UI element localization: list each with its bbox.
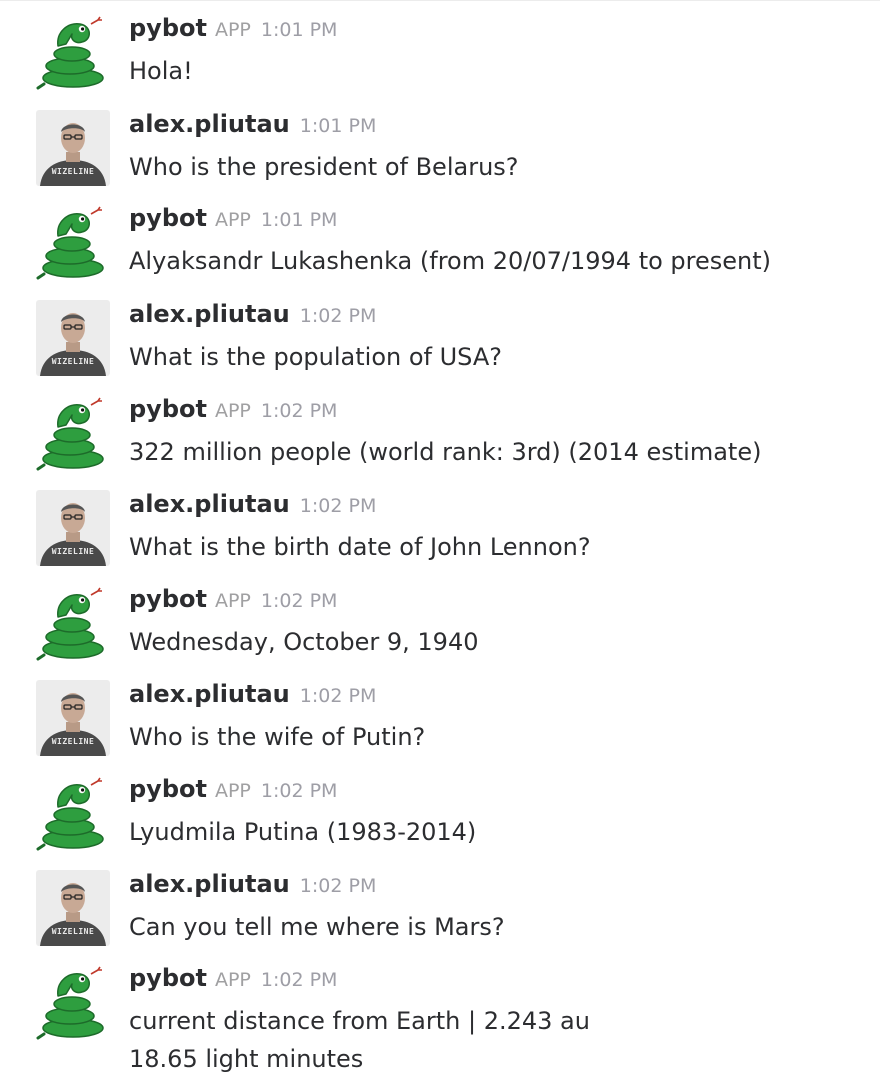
message-header: pybot APP 1:02 PM: [129, 585, 337, 617]
shirt-label: WIZELINE: [51, 167, 95, 176]
snake-icon[interactable]: [36, 204, 110, 280]
author-name[interactable]: pybot: [129, 585, 207, 613]
message-text: Lyudmila Putina (1983-2014): [129, 813, 476, 851]
author-name[interactable]: alex.pliutau: [129, 870, 290, 898]
divider: [0, 0, 880, 1]
message-header: alex.pliutau 1:02 PM: [129, 300, 376, 332]
message-line: Wednesday, October 9, 1940: [129, 628, 479, 656]
author-name[interactable]: pybot: [129, 775, 207, 803]
message-text: What is the birth date of John Lennon?: [129, 528, 591, 566]
timestamp[interactable]: 1:02 PM: [300, 495, 377, 517]
shirt-label: WIZELINE: [51, 547, 95, 556]
message-text: Who is the president of Belarus?: [129, 148, 519, 186]
message-line: Who is the wife of Putin?: [129, 723, 426, 751]
message-header: pybot APP 1:01 PM: [129, 204, 337, 236]
message-header: alex.pliutau 1:02 PM: [129, 490, 376, 522]
message-line: current distance from Earth | 2.243 au: [129, 1007, 590, 1035]
message-text: Who is the wife of Putin?: [129, 718, 425, 756]
timestamp[interactable]: 1:01 PM: [261, 209, 338, 231]
author-name[interactable]: pybot: [129, 204, 207, 232]
snake-icon[interactable]: [36, 964, 110, 1040]
message-header: pybot APP 1:01 PM: [129, 14, 337, 46]
snake-icon[interactable]: [36, 14, 110, 90]
message-text: current distance from Earth | 2.243 au 1…: [129, 1002, 590, 1078]
user-avatar[interactable]: WIZELINE: [36, 110, 110, 186]
user-avatar[interactable]: WIZELINE: [36, 870, 110, 946]
message-line: 322 million people (world rank: 3rd) (20…: [129, 438, 762, 466]
message-header: pybot APP 1:02 PM: [129, 964, 337, 996]
author-name[interactable]: alex.pliutau: [129, 680, 290, 708]
snake-icon[interactable]: [36, 585, 110, 661]
message-header: pybot APP 1:02 PM: [129, 395, 337, 427]
shirt-label: WIZELINE: [51, 357, 95, 366]
author-name[interactable]: alex.pliutau: [129, 300, 290, 328]
message-line: 18.65 light minutes: [129, 1045, 364, 1073]
message-line: Hola!: [129, 57, 193, 85]
snake-icon[interactable]: [36, 775, 110, 851]
message-header: alex.pliutau 1:02 PM: [129, 870, 376, 902]
message-text: Hola!: [129, 52, 193, 90]
message-line: Who is the president of Belarus?: [129, 153, 519, 181]
timestamp[interactable]: 1:01 PM: [300, 115, 377, 137]
author-name[interactable]: alex.pliutau: [129, 110, 290, 138]
author-name[interactable]: pybot: [129, 964, 207, 992]
message-line: What is the population of USA?: [129, 343, 503, 371]
message-text: Can you tell me where is Mars?: [129, 908, 505, 946]
timestamp[interactable]: 1:02 PM: [300, 875, 377, 897]
timestamp[interactable]: 1:02 PM: [300, 685, 377, 707]
message-line: Lyudmila Putina (1983-2014): [129, 818, 477, 846]
app-badge: APP: [214, 19, 251, 41]
author-name[interactable]: alex.pliutau: [129, 490, 290, 518]
app-badge: APP: [214, 969, 251, 991]
message-text: Wednesday, October 9, 1940: [129, 623, 479, 661]
shirt-label: WIZELINE: [51, 737, 95, 746]
shirt-label: WIZELINE: [51, 927, 95, 936]
app-badge: APP: [214, 590, 251, 612]
message-line: Can you tell me where is Mars?: [129, 913, 505, 941]
timestamp[interactable]: 1:02 PM: [261, 969, 338, 991]
timestamp[interactable]: 1:02 PM: [300, 305, 377, 327]
timestamp[interactable]: 1:02 PM: [261, 400, 338, 422]
message-header: alex.pliutau 1:01 PM: [129, 110, 376, 142]
app-badge: APP: [214, 400, 251, 422]
timestamp[interactable]: 1:02 PM: [261, 780, 338, 802]
author-name[interactable]: pybot: [129, 14, 207, 42]
app-badge: APP: [214, 780, 251, 802]
message-text: What is the population of USA?: [129, 338, 502, 376]
user-avatar[interactable]: WIZELINE: [36, 490, 110, 566]
user-avatar[interactable]: WIZELINE: [36, 300, 110, 376]
timestamp[interactable]: 1:02 PM: [261, 590, 338, 612]
message-line: Alyaksandr Lukashenka (from 20/07/1994 t…: [129, 247, 772, 275]
snake-icon[interactable]: [36, 395, 110, 471]
message-line: What is the birth date of John Lennon?: [129, 533, 591, 561]
message-text: Alyaksandr Lukashenka (from 20/07/1994 t…: [129, 242, 771, 280]
timestamp[interactable]: 1:01 PM: [261, 19, 338, 41]
message-text: 322 million people (world rank: 3rd) (20…: [129, 433, 761, 471]
message-header: pybot APP 1:02 PM: [129, 775, 337, 807]
app-badge: APP: [214, 209, 251, 231]
user-avatar[interactable]: WIZELINE: [36, 680, 110, 756]
message-header: alex.pliutau 1:02 PM: [129, 680, 376, 712]
author-name[interactable]: pybot: [129, 395, 207, 423]
